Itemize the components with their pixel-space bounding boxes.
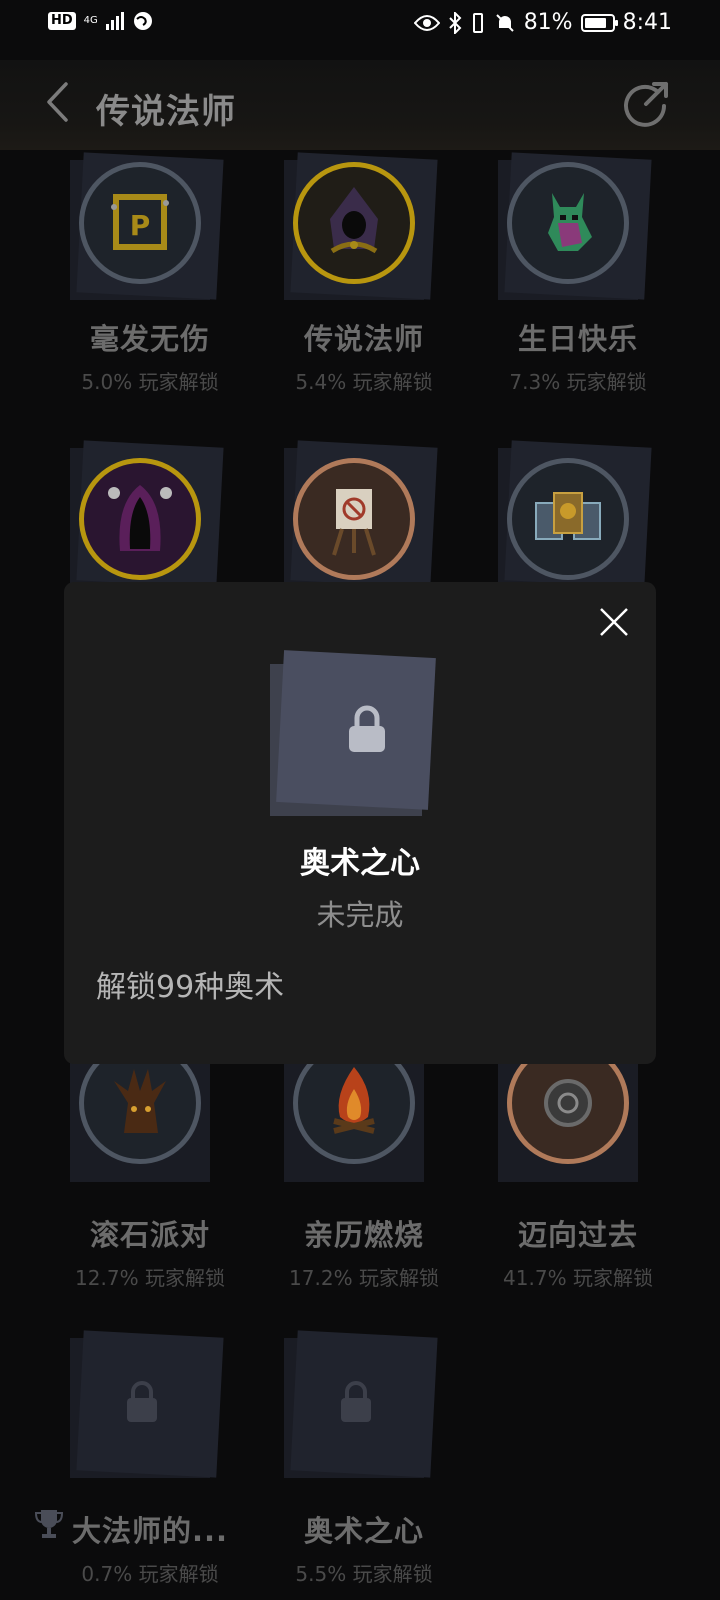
achievement-unlock-rate: 12.7% 玩家解锁 [75,1266,225,1290]
achievement-unlock-rate: 5.0% 玩家解锁 [81,370,219,394]
medal [507,162,629,284]
achievement-unlock-rate: 7.3% 玩家解锁 [509,370,647,394]
achievement-item[interactable]: 生日快乐 7.3% 玩家解锁 [488,152,688,400]
lock-icon [341,1381,371,1422]
achievement-item[interactable]: 迈向过去 41.7% 玩家解锁 [488,1042,688,1290]
lock-icon [349,705,385,752]
achievement-name: 传说法师 [303,322,424,356]
achievement-unlock-rate: 41.7% 玩家解锁 [503,1266,653,1290]
trophy-icon [34,1510,64,1538]
medal [79,458,201,580]
medal [507,458,629,580]
modal-achievement-description: 解锁99种奥术 [96,970,285,1005]
achievement-name: 毫发无伤 [89,322,210,356]
rainbow-horse-icon [548,193,592,251]
hooded-wizard-icon [330,187,378,254]
achievement-item[interactable]: P 毫发无伤 5.0% 玩家解锁 [60,152,260,400]
achievement-detail-modal: 奥术之心 未完成 解锁99种奥术 [64,582,656,1064]
medal [293,162,415,284]
medal: P [79,162,201,284]
achievement-name: 亲历燃烧 [303,1218,424,1252]
achievement-unlock-rate: 5.5% 玩家解锁 [295,1562,433,1586]
achievement-unlock-rate: 17.2% 玩家解锁 [289,1266,439,1290]
easel-icon [332,489,376,556]
achievement-name: 滚石派对 [89,1218,210,1252]
p-sign-icon: P [111,194,169,250]
achievement-name: 大法师的... [71,1514,229,1548]
achievement-name: 生日快乐 [517,322,638,356]
achievement-name: 奥术之心 [303,1514,424,1548]
modal-achievement-name: 奥术之心 [300,846,420,881]
lock-icon [127,1381,157,1422]
modal-achievement-status: 未完成 [316,898,404,932]
spell-cards-icon [535,492,601,540]
achievement-item[interactable]: 奥术之心 5.5% 玩家解锁 [274,1330,474,1586]
close-icon[interactable] [598,606,630,638]
achievement-name: 迈向过去 [517,1218,638,1252]
achievement-unlock-rate: 0.7% 玩家解锁 [81,1562,219,1586]
achievement-item[interactable]: 滚石派对 12.7% 玩家解锁 [60,1042,260,1290]
svg-text:P: P [130,209,151,242]
purple-reaper-icon [108,485,172,551]
achievement-unlock-rate: 5.4% 玩家解锁 [295,370,433,394]
medal [293,458,415,580]
achievement-item[interactable]: 亲历燃烧 17.2% 玩家解锁 [274,1042,474,1290]
achievement-item[interactable]: 传说法师 5.4% 玩家解锁 [274,152,474,400]
achievement-item[interactable]: 大法师的... 0.7% 玩家解锁 [60,1330,260,1586]
